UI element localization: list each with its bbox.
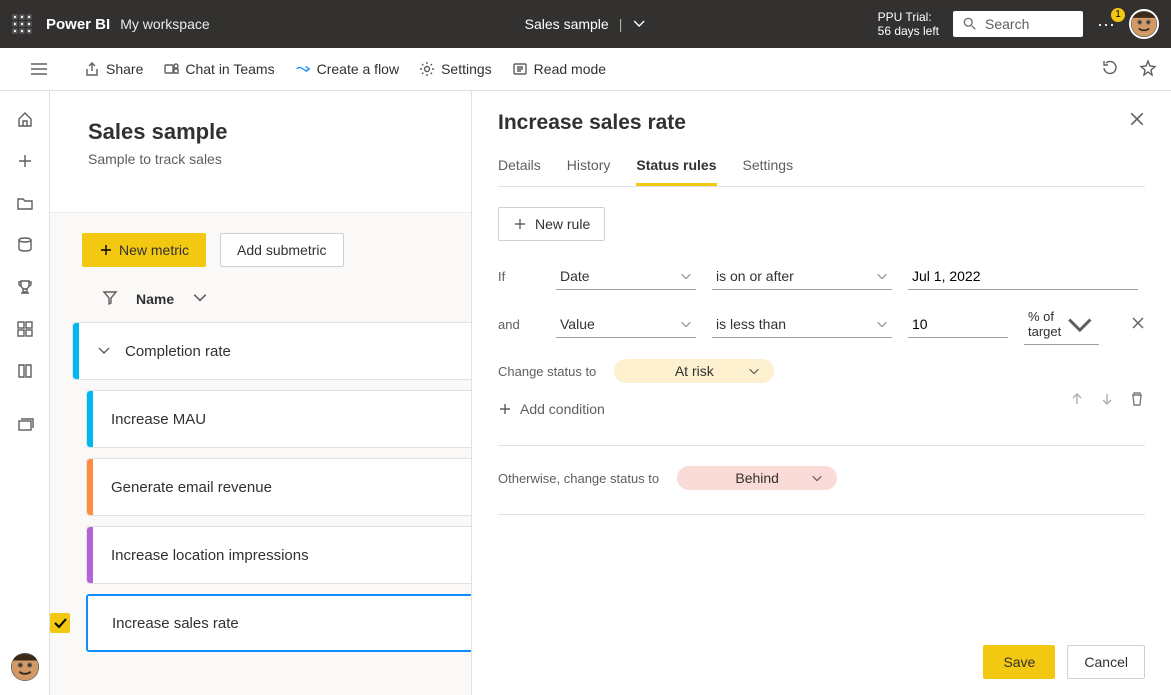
metric-name: Generate email revenue — [111, 479, 272, 496]
nav-toggle-icon[interactable] — [14, 62, 64, 76]
page-title: Sales sample — [88, 119, 227, 145]
add-submetric-button[interactable]: Add submetric — [220, 233, 343, 267]
favorite-star-icon[interactable] — [1139, 59, 1157, 80]
metric-name: Increase sales rate — [112, 615, 239, 632]
nav-home-icon[interactable] — [15, 109, 35, 129]
panel-title: Increase sales rate — [498, 111, 1145, 135]
rule-value-input-1[interactable] — [908, 263, 1138, 290]
nav-goals-icon[interactable] — [15, 277, 35, 297]
move-rule-down-icon[interactable] — [1099, 391, 1115, 410]
rule-operator-dropdown-2[interactable]: is less than — [712, 311, 892, 338]
sort-chevron-icon[interactable] — [192, 289, 208, 308]
trial-line-1: PPU Trial: — [878, 10, 939, 24]
save-button[interactable]: Save — [983, 645, 1055, 679]
row-checkbox[interactable] — [50, 613, 70, 633]
rule-if-label: If — [498, 269, 540, 284]
nav-learn-icon[interactable] — [15, 361, 35, 381]
rule-and-label: and — [498, 317, 540, 332]
more-options-icon[interactable]: ··· 1 — [1097, 14, 1115, 35]
notification-badge: 1 — [1111, 8, 1125, 22]
status-dropdown-behind[interactable]: Behind — [677, 466, 837, 490]
nav-data-icon[interactable] — [15, 235, 35, 255]
status-dropdown-atrisk[interactable]: At risk — [614, 359, 774, 383]
otherwise-label: Otherwise, change status to — [498, 471, 659, 486]
column-name-header[interactable]: Name — [136, 291, 174, 307]
tab-history[interactable]: History — [567, 157, 611, 186]
rule-value-input-2[interactable] — [908, 311, 1008, 338]
new-rule-button[interactable]: New rule — [498, 207, 605, 241]
refresh-icon[interactable] — [1101, 59, 1119, 80]
brand-name: Power BI — [46, 16, 110, 33]
search-input[interactable]: Search — [953, 11, 1083, 37]
expand-chevron-icon[interactable] — [97, 343, 111, 360]
trial-info: PPU Trial: 56 days left — [878, 10, 939, 38]
tab-details[interactable]: Details — [498, 157, 541, 186]
cancel-button[interactable]: Cancel — [1067, 645, 1145, 679]
report-name[interactable]: Sales sample — [525, 16, 609, 32]
metric-name: Increase MAU — [111, 411, 206, 428]
nav-browse-icon[interactable] — [15, 193, 35, 213]
delete-rule-icon[interactable] — [1129, 391, 1145, 410]
rule-field-dropdown-1[interactable]: Date — [556, 263, 696, 290]
close-panel-icon[interactable] — [1129, 111, 1145, 130]
metric-name: Increase location impressions — [111, 547, 309, 564]
metric-name: Completion rate — [125, 343, 231, 360]
rule-unit-dropdown[interactable]: % of target — [1024, 304, 1099, 345]
user-avatar[interactable] — [1129, 9, 1159, 39]
app-launcher-icon[interactable] — [12, 14, 32, 34]
move-rule-up-icon[interactable] — [1069, 391, 1085, 410]
change-status-label: Change status to — [498, 364, 596, 379]
read-mode-button[interactable]: Read mode — [512, 61, 606, 77]
new-metric-button[interactable]: New metric — [82, 233, 206, 267]
page-subtitle: Sample to track sales — [88, 151, 227, 167]
workspace-name[interactable]: My workspace — [120, 16, 209, 32]
filter-icon[interactable] — [102, 289, 118, 308]
tab-status-rules[interactable]: Status rules — [636, 157, 716, 186]
nav-workspaces-icon[interactable] — [15, 415, 35, 435]
nav-apps-icon[interactable] — [15, 319, 35, 339]
separator: | — [619, 16, 623, 32]
create-flow-button[interactable]: Create a flow — [295, 61, 399, 77]
nav-user-avatar[interactable] — [11, 653, 39, 681]
report-dropdown-icon[interactable] — [632, 16, 646, 33]
trial-line-2: 56 days left — [878, 24, 939, 38]
share-button[interactable]: Share — [84, 61, 143, 77]
chat-teams-button[interactable]: Chat in Teams — [163, 61, 274, 77]
search-placeholder: Search — [985, 16, 1029, 32]
add-condition-button[interactable]: Add condition — [498, 401, 605, 417]
rule-field-dropdown-2[interactable]: Value — [556, 311, 696, 338]
nav-create-icon[interactable] — [15, 151, 35, 171]
settings-button[interactable]: Settings — [419, 61, 492, 77]
tab-settings[interactable]: Settings — [743, 157, 794, 186]
rule-operator-dropdown-1[interactable]: is on or after — [712, 263, 892, 290]
remove-condition-icon[interactable] — [1131, 316, 1145, 333]
